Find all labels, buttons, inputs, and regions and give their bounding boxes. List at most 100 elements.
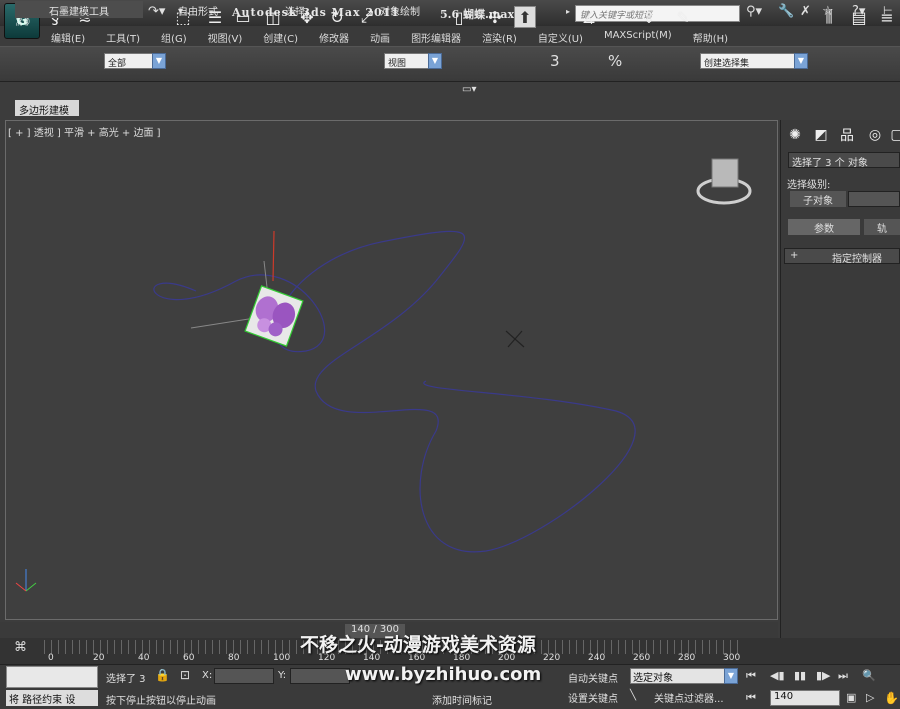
mirror-icon[interactable]: ⫼: [818, 6, 840, 28]
tab-object-paint[interactable]: 对象绘制: [345, 1, 455, 18]
percent-snap-button[interactable]: %: [608, 52, 622, 70]
hierarchy-panel-icon[interactable]: 品: [836, 124, 858, 146]
menu-customize[interactable]: 自定义(U): [527, 26, 593, 46]
edit-named-selection-icon[interactable]: ✎: [672, 6, 694, 28]
menu-views[interactable]: 视图(V): [197, 26, 253, 46]
tab-polygon-modeling[interactable]: 多边形建模: [15, 100, 79, 117]
named-selection-dropdown[interactable]: 创建选择集: [700, 53, 796, 69]
tick-label: 260: [633, 653, 651, 663]
chevron-down-icon[interactable]: ▼: [794, 53, 808, 69]
parameters-button[interactable]: 参数: [788, 219, 860, 235]
menu-bar: 编辑(E) 工具(T) 组(G) 视图(V) 创建(C) 修改器 动画 图形编辑…: [40, 26, 900, 46]
add-time-tag-button[interactable]: 添加时间标记: [432, 692, 492, 707]
create-panel-icon[interactable]: ✺: [784, 124, 806, 146]
motion-path-spline: [153, 230, 636, 553]
go-to-start-icon[interactable]: ⏮: [746, 669, 756, 683]
selection-filter-dropdown[interactable]: 全部: [104, 53, 154, 69]
chevron-down-icon[interactable]: ▼: [428, 53, 442, 69]
spinner-snap-icon[interactable]: ⇕: [638, 6, 660, 28]
menu-help[interactable]: 帮助(H): [682, 26, 738, 46]
key-mode-toggle-icon[interactable]: ⏮: [746, 691, 756, 705]
tab-freeform[interactable]: 自由形式: [148, 1, 248, 18]
ribbon-options-icon[interactable]: ▭▾: [462, 84, 476, 95]
trajectories-button[interactable]: 轨: [864, 219, 900, 235]
menu-create[interactable]: 创建(C): [252, 26, 308, 46]
menu-group[interactable]: 组(G): [150, 26, 197, 46]
select-manipulate-icon[interactable]: ✣: [484, 6, 506, 28]
modify-panel-icon[interactable]: ◩: [810, 124, 832, 146]
maxscript-listener-field[interactable]: [6, 666, 98, 688]
key-icon[interactable]: ╲: [630, 690, 636, 701]
key-mode-dropdown[interactable]: 选定对象: [630, 668, 728, 684]
lock-icon[interactable]: 🔒: [155, 668, 170, 682]
tools-icon[interactable]: 🔧: [778, 4, 794, 19]
pivot-cross: [507, 330, 523, 348]
tick-label: 300: [723, 653, 741, 663]
rollout-expand-icon[interactable]: +: [790, 250, 798, 261]
zoom-icon[interactable]: 🔍: [862, 669, 876, 682]
menu-modifiers[interactable]: 修改器: [308, 26, 359, 46]
tick-label: 0: [48, 653, 54, 663]
tick-label: 40: [138, 653, 150, 663]
selection-name-field[interactable]: 选择了 3 个 对象: [788, 152, 900, 169]
play-stop-icon[interactable]: ▮▮: [794, 669, 806, 682]
next-frame-icon[interactable]: ▮▶: [816, 669, 831, 682]
layer-manager-icon[interactable]: ≡: [876, 6, 898, 28]
communication-center-icon[interactable]: ✗: [800, 4, 811, 19]
tick-label: 280: [678, 653, 696, 663]
current-frame-field[interactable]: 140: [770, 690, 840, 706]
viewcube-icon: [696, 158, 752, 205]
time-configuration-icon[interactable]: ▣: [846, 691, 856, 704]
align-icon[interactable]: ▤: [848, 6, 870, 28]
tab-graphite-modeling[interactable]: 石墨建模工具: [15, 1, 143, 18]
motion-panel-icon[interactable]: ◎: [864, 124, 886, 146]
menu-rendering[interactable]: 渲染(R): [471, 26, 527, 46]
menu-graph-editors[interactable]: 图形编辑器: [400, 26, 471, 46]
search-expand-icon[interactable]: ▸: [566, 7, 570, 16]
viewport-label-menu[interactable]: [ + ] 透视 ] 平滑 + 高光 + 边面 ]: [8, 124, 161, 139]
set-key-button[interactable]: 设置关键点: [568, 690, 618, 705]
current-frame-value: 140: [774, 691, 794, 702]
binoculars-icon[interactable]: ⚲▾: [746, 4, 762, 19]
sub-object-button[interactable]: 子对象: [790, 191, 846, 207]
menu-maxscript[interactable]: MAXScript(M): [593, 26, 682, 46]
reference-coordinate-dropdown[interactable]: 视图: [384, 53, 430, 69]
perspective-viewport[interactable]: [5, 120, 778, 620]
tick-label: 80: [228, 653, 240, 663]
go-to-end-icon[interactable]: ⏭: [838, 669, 848, 683]
menu-animation[interactable]: 动画: [359, 26, 400, 46]
x-coordinate-field[interactable]: [214, 668, 274, 684]
absolute-mode-icon[interactable]: ⊡: [180, 668, 190, 682]
rollout-title: 指定控制器: [832, 254, 882, 265]
y-coordinate-field[interactable]: [290, 668, 350, 684]
status-prompt: 按下停止按钮以停止动画: [106, 696, 216, 707]
menu-edit[interactable]: 编辑(E): [40, 26, 95, 46]
display-panel-icon[interactable]: ▢: [886, 124, 900, 146]
tick-label: 100: [273, 653, 291, 663]
snaps-toggle-button[interactable]: 3: [550, 52, 560, 70]
pan-hand-icon[interactable]: ✋: [884, 691, 899, 705]
selection-count: 选择了 3: [106, 674, 146, 685]
orbit-icon[interactable]: ▷: [866, 691, 874, 704]
key-filters-button[interactable]: 关键点过滤器...: [654, 690, 724, 705]
previous-frame-icon[interactable]: ◀▮: [770, 669, 785, 682]
watermark-title: 不移之火-动漫游戏美术资源: [300, 634, 536, 656]
viewport-scene: [15, 158, 752, 592]
auto-key-button[interactable]: 自动关键点: [568, 670, 618, 685]
axis-tripod-icon: [15, 569, 37, 592]
tick-label: 60: [183, 653, 195, 663]
sub-object-level-field[interactable]: [848, 191, 900, 207]
x-label: X:: [202, 670, 213, 681]
maxscript-mini-listener[interactable]: 将 路径约束 设: [6, 690, 98, 706]
mini-curve-editor-icon[interactable]: ⌘: [14, 640, 27, 655]
y-label: Y:: [278, 670, 287, 681]
angle-snap-icon[interactable]: ∡: [578, 6, 600, 28]
chevron-down-icon[interactable]: ▼: [152, 53, 166, 69]
tab-selection[interactable]: 选择: [250, 1, 340, 18]
chevron-down-icon[interactable]: ▼: [724, 668, 738, 684]
keyboard-shortcut-override-icon[interactable]: ⬆: [514, 6, 536, 28]
key-mode-value: 选定对象: [633, 673, 673, 684]
ribbon-tab-bar: [0, 82, 900, 100]
tick-label: 220: [543, 653, 561, 663]
menu-tools[interactable]: 工具(T): [95, 26, 150, 46]
